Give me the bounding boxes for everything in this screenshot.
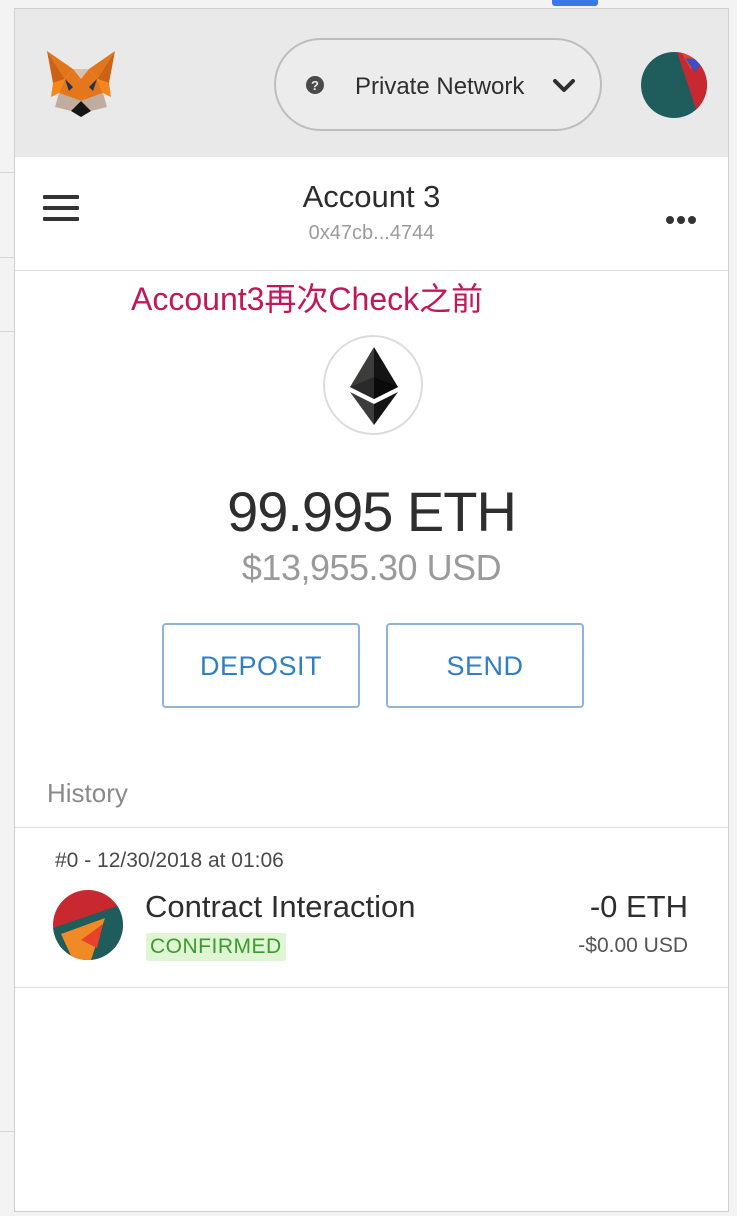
transaction-meta: #0 - 12/30/2018 at 01:06 xyxy=(55,849,284,872)
background-divider xyxy=(0,257,14,258)
background-tab-indicator xyxy=(552,0,598,6)
metamask-popup: ? Private Network Account 3 0x47cb...474… xyxy=(14,8,729,1212)
background-divider xyxy=(0,1131,14,1132)
history-title: History xyxy=(47,778,128,808)
eth-token-icon xyxy=(323,335,423,435)
transaction-row[interactable]: #0 - 12/30/2018 at 01:06 Contract Intera… xyxy=(15,828,728,988)
transaction-fiat-amount: -$0.00 USD xyxy=(578,934,688,957)
chevron-down-icon xyxy=(553,79,575,92)
status-badge: CONFIRMED xyxy=(146,933,286,961)
metamask-fox-icon[interactable] xyxy=(43,49,119,119)
network-name: Private Network xyxy=(355,73,525,100)
app-header: ? Private Network xyxy=(15,9,728,157)
screenshot-annotation: Account3再次Check之前 xyxy=(131,281,484,317)
transaction-identicon xyxy=(53,890,123,960)
account-identicon[interactable] xyxy=(641,52,707,118)
transaction-amount: -0 ETH xyxy=(589,889,688,924)
deposit-button[interactable]: DEPOSIT xyxy=(162,623,360,708)
background-divider xyxy=(0,331,14,332)
account-bar: Account 3 0x47cb...4744 xyxy=(15,157,728,271)
send-button[interactable]: SEND xyxy=(386,623,584,708)
background-divider xyxy=(0,172,14,173)
network-selector[interactable]: ? Private Network xyxy=(274,38,602,131)
more-options-icon[interactable] xyxy=(666,211,702,224)
account-name[interactable]: Account 3 xyxy=(15,179,728,215)
transaction-title: Contract Interaction xyxy=(145,889,416,924)
ethereum-logo-icon xyxy=(350,347,398,425)
balance-eth: 99.995 ETH xyxy=(227,480,517,543)
account-address[interactable]: 0x47cb...4744 xyxy=(15,222,728,245)
question-circle-icon: ? xyxy=(306,76,324,94)
balance-usd: $13,955.30 USD xyxy=(241,547,502,588)
